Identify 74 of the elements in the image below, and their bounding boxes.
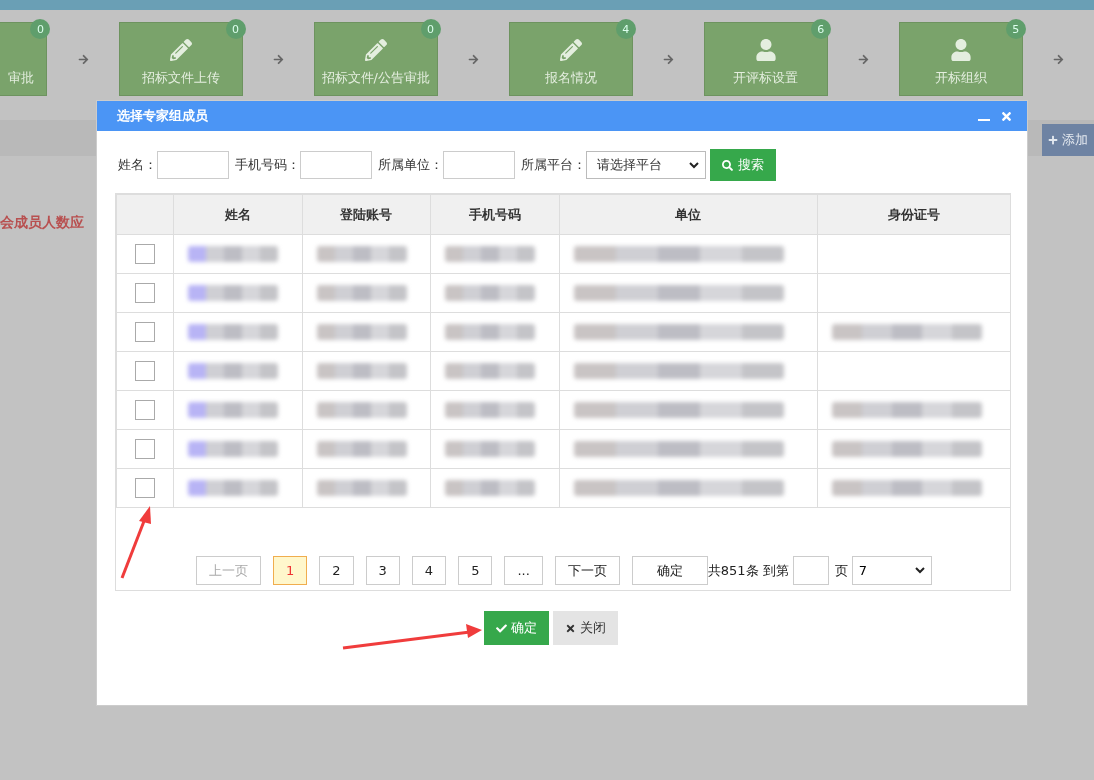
- workflow-step[interactable]: 招标文件上传 0: [118, 22, 243, 96]
- dialog-title: 选择专家组成员: [117, 107, 208, 125]
- filter-label: 所属单位：: [378, 156, 443, 174]
- column-header: 手机号码: [430, 194, 560, 235]
- input-field[interactable]: [157, 151, 229, 179]
- close-button[interactable]: 关闭: [553, 611, 618, 645]
- filter-label: 姓名：: [118, 156, 157, 174]
- user-icon: [949, 39, 972, 61]
- pencil-icon: [559, 39, 582, 61]
- page-label: 页: [834, 561, 848, 580]
- confirm-button[interactable]: 确定: [484, 611, 549, 645]
- count-badge: 5: [1005, 19, 1026, 39]
- input-field[interactable]: [443, 151, 515, 179]
- column-header: 姓名: [173, 194, 302, 235]
- workflow-step[interactable]: 审批 0: [0, 22, 48, 96]
- count-badge: 0: [420, 19, 441, 39]
- search-button[interactable]: 搜索: [710, 149, 776, 181]
- step-label: 招标文件上传: [141, 69, 220, 87]
- plus-icon: [1048, 135, 1058, 145]
- check-icon: [496, 622, 507, 634]
- chevron-icon: [689, 161, 699, 169]
- filter-label: 所属平台：: [521, 156, 586, 174]
- count-badge: 0: [225, 19, 246, 39]
- arrow-icon: [857, 53, 869, 65]
- workflow-step[interactable]: 报名情况 4: [508, 22, 633, 96]
- close-icon[interactable]: [1000, 109, 1013, 123]
- row-checkbox[interactable]: [135, 478, 155, 498]
- page-button[interactable]: ...: [504, 556, 543, 585]
- go-button[interactable]: 确定: [631, 556, 708, 585]
- add-button[interactable]: 添加: [1042, 124, 1094, 156]
- page-button[interactable]: 2: [319, 556, 354, 585]
- arrow-icon: [467, 53, 479, 65]
- warning-text: 会成员人数应: [0, 214, 84, 232]
- row-checkbox[interactable]: [135, 361, 155, 381]
- page-button[interactable]: 4: [411, 556, 447, 585]
- workflow-step[interactable]: 开标组织 5: [898, 22, 1023, 96]
- page-button[interactable]: 3: [365, 556, 400, 585]
- row-checkbox[interactable]: [135, 244, 155, 264]
- user-icon: [754, 39, 777, 61]
- workflow-step[interactable]: 开评标设置 6: [703, 22, 828, 96]
- step-label: 报名情况: [544, 69, 597, 87]
- step-label: 开评标设置: [733, 69, 799, 87]
- column-header: 登陆账号: [302, 194, 431, 235]
- row-checkbox[interactable]: [135, 400, 155, 420]
- count-badge: 0: [30, 19, 51, 39]
- column-header: 单位: [559, 194, 818, 235]
- arrow-icon: [1052, 53, 1064, 65]
- pencil-icon: [364, 39, 387, 61]
- count-badge: 4: [615, 19, 636, 39]
- page-size-select[interactable]: 7: [851, 556, 932, 585]
- workflow-step[interactable]: 招标文件/公告审批 0: [313, 22, 438, 96]
- close-icon: [565, 622, 576, 634]
- search-icon: [722, 159, 733, 171]
- step-label: 招标文件/公告审批: [321, 69, 430, 87]
- input-field[interactable]: [300, 151, 372, 179]
- page-button[interactable]: 5: [458, 556, 493, 585]
- arrow-icon: [272, 53, 284, 65]
- next-page-button[interactable]: 下一页: [554, 556, 620, 585]
- row-checkbox[interactable]: [135, 283, 155, 303]
- step-label: 审批: [7, 69, 34, 87]
- platform-select[interactable]: 请选择平台: [586, 151, 706, 179]
- count-badge: 6: [810, 19, 831, 39]
- pencil-icon: [169, 39, 192, 61]
- arrow-icon: [662, 53, 674, 65]
- arrow-icon: [77, 53, 89, 65]
- page-input[interactable]: [792, 556, 829, 585]
- column-header: 身份证号: [817, 194, 1011, 235]
- chevron-icon: [914, 567, 925, 574]
- page-button[interactable]: 1: [273, 556, 308, 585]
- total-text: 共851条 到第: [707, 561, 789, 580]
- step-label: 开标组织: [934, 69, 987, 87]
- row-checkbox[interactable]: [135, 439, 155, 459]
- filter-label: 手机号码：: [235, 156, 300, 174]
- row-checkbox[interactable]: [135, 322, 155, 342]
